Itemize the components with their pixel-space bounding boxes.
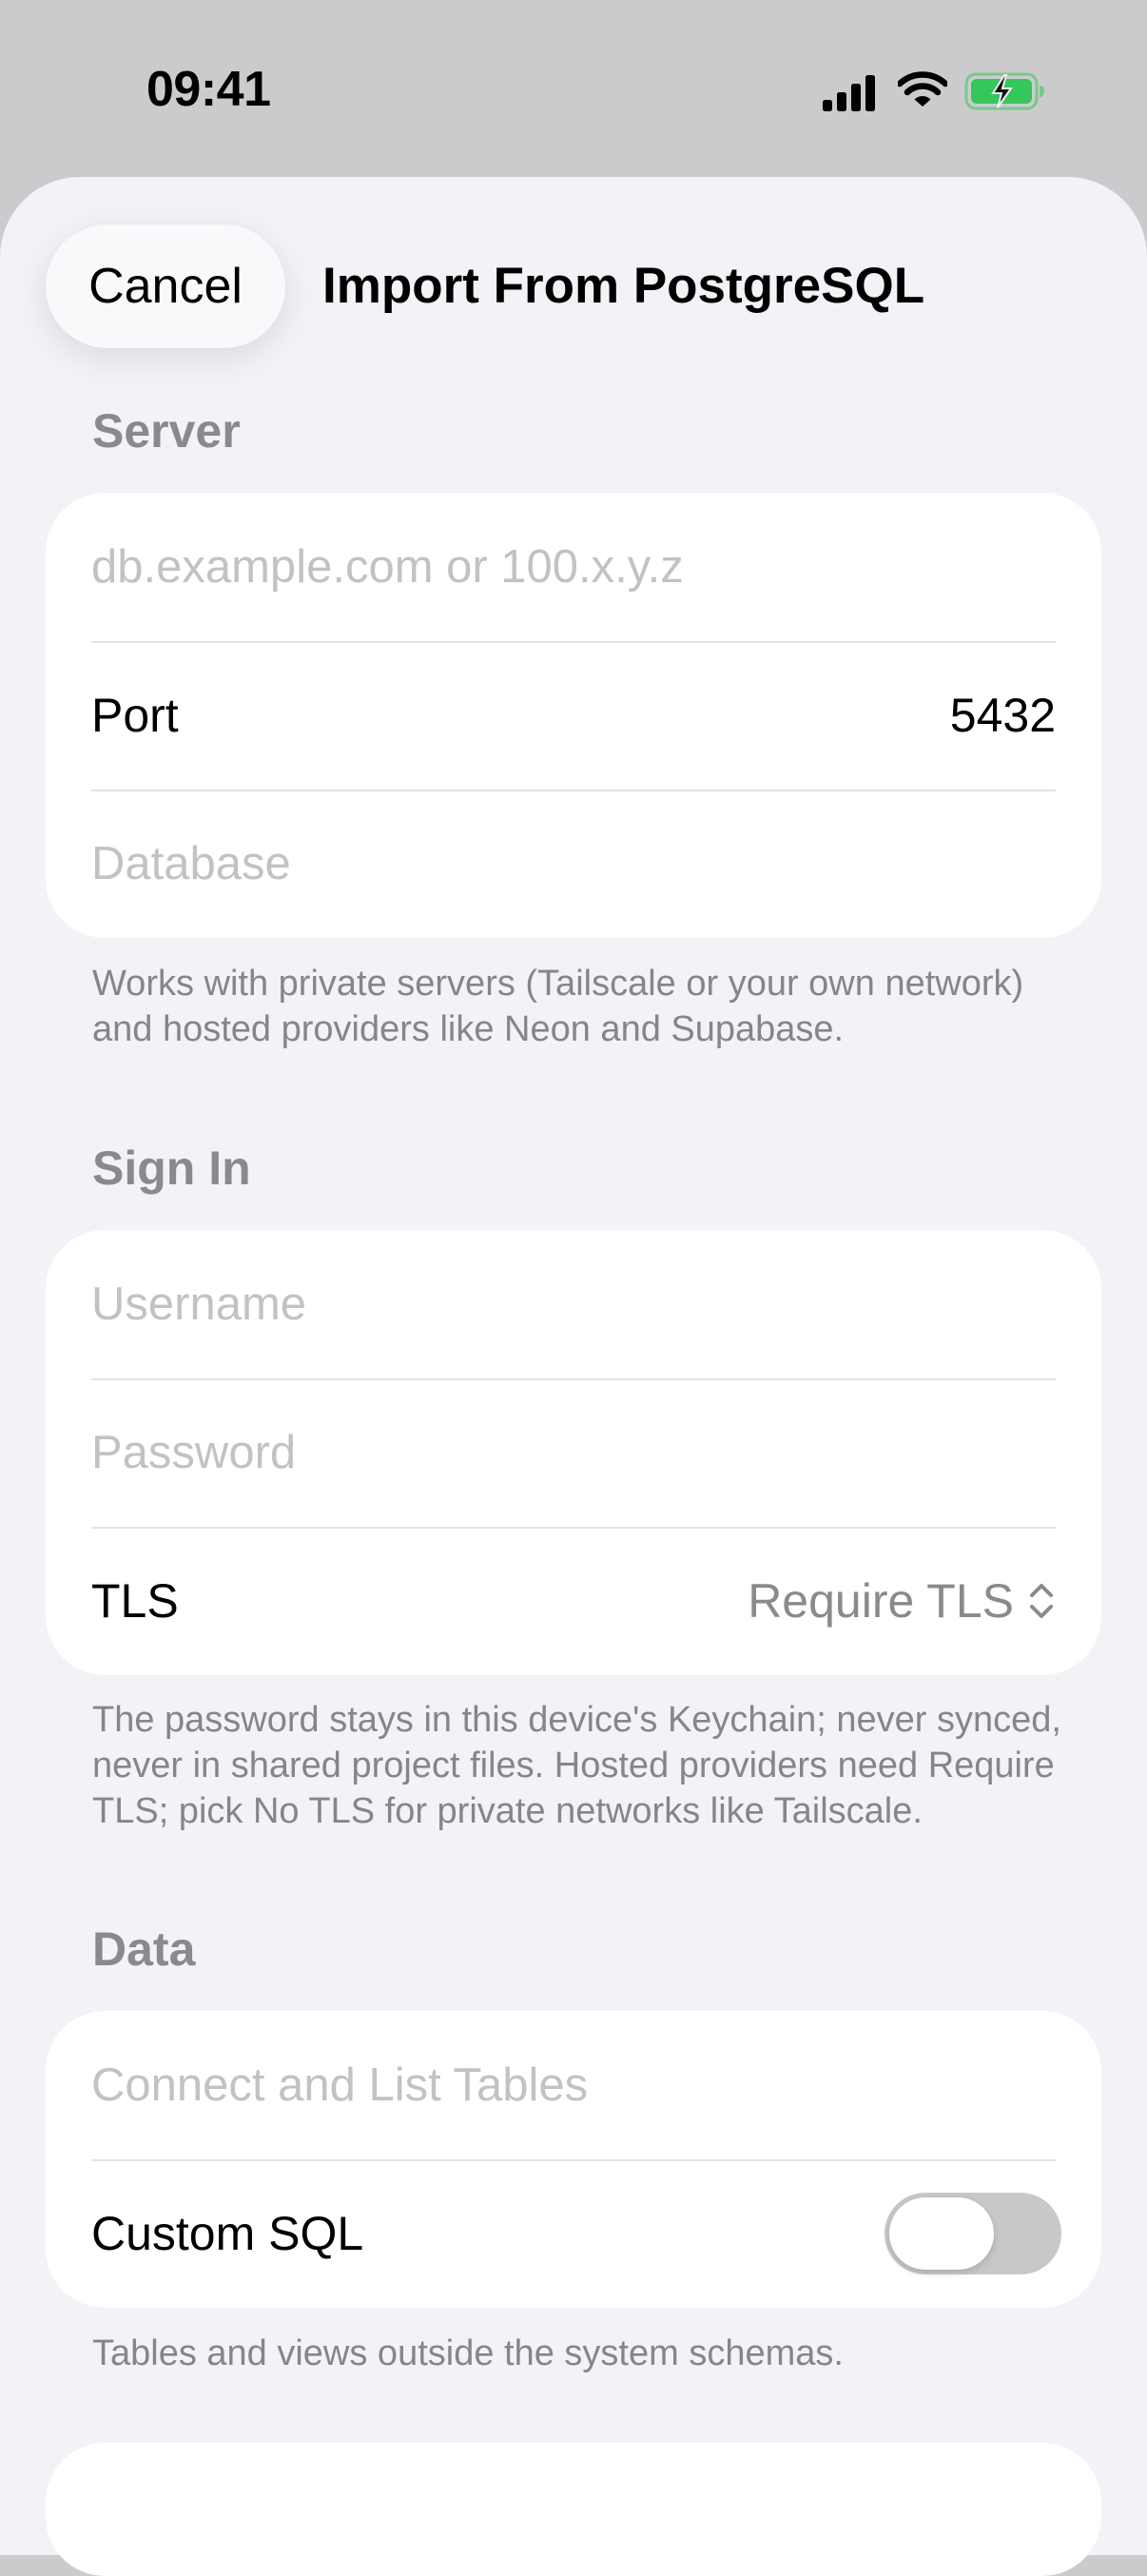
status-bar: 09:41: [0, 0, 1147, 181]
tls-row: TLS Require TLS: [46, 1527, 1101, 1675]
username-placeholder: Username: [91, 1278, 307, 1330]
next-group: [46, 2443, 1101, 2576]
database-field[interactable]: Database: [46, 790, 1101, 938]
host-field[interactable]: db.example.com or 100.x.y.z: [46, 493, 1101, 641]
sign-in-group: Username Password TLS Require TLS: [46, 1230, 1101, 1675]
toggle-knob: [889, 2197, 994, 2270]
sign-in-footer: The password stays in this device's Keyc…: [92, 1700, 1061, 1831]
custom-sql-toggle[interactable]: [885, 2193, 1061, 2274]
section-header-data: Data: [92, 1922, 196, 1976]
port-value[interactable]: 5432: [950, 688, 1056, 743]
port-row[interactable]: Port 5432: [46, 641, 1101, 790]
section-header-sign-in: Sign In: [92, 1142, 251, 1195]
section-header-server: Server: [92, 404, 241, 458]
cellular-signal-icon: [823, 75, 875, 111]
password-field[interactable]: Password: [46, 1378, 1101, 1527]
tls-picker[interactable]: Require TLS: [748, 1573, 1056, 1629]
sheet-title: Import From PostgreSQL: [322, 258, 925, 314]
server-group: db.example.com or 100.x.y.z Port 5432 Da…: [46, 493, 1101, 938]
tls-label: TLS: [91, 1574, 179, 1628]
custom-sql-row: Custom SQL: [46, 2159, 1101, 2308]
connect-row[interactable]: Connect and List Tables: [46, 2011, 1101, 2159]
import-sheet: Cancel Import From PostgreSQL Server db.…: [0, 177, 1147, 2576]
host-placeholder: db.example.com or 100.x.y.z: [91, 541, 684, 593]
chevron-up-down-icon: [1030, 1584, 1053, 1618]
password-placeholder: Password: [91, 1427, 297, 1478]
cancel-button[interactable]: Cancel: [46, 224, 285, 348]
username-field[interactable]: Username: [46, 1230, 1101, 1378]
data-group: Connect and List Tables Custom SQL: [46, 2011, 1101, 2308]
custom-sql-label: Custom SQL: [91, 2207, 364, 2260]
tls-value: Require TLS: [748, 1574, 1014, 1628]
database-placeholder: Database: [91, 838, 291, 889]
connect-and-list-tables-button[interactable]: Connect and List Tables: [91, 2059, 588, 2112]
port-label: Port: [91, 689, 179, 742]
battery-charging-icon: [964, 72, 1044, 110]
server-footer: Works with private servers (Tailscale or…: [92, 964, 1024, 1049]
wifi-icon: [898, 71, 947, 107]
status-time: 09:41: [146, 62, 271, 117]
data-footer: Tables and views outside the system sche…: [92, 2333, 844, 2373]
